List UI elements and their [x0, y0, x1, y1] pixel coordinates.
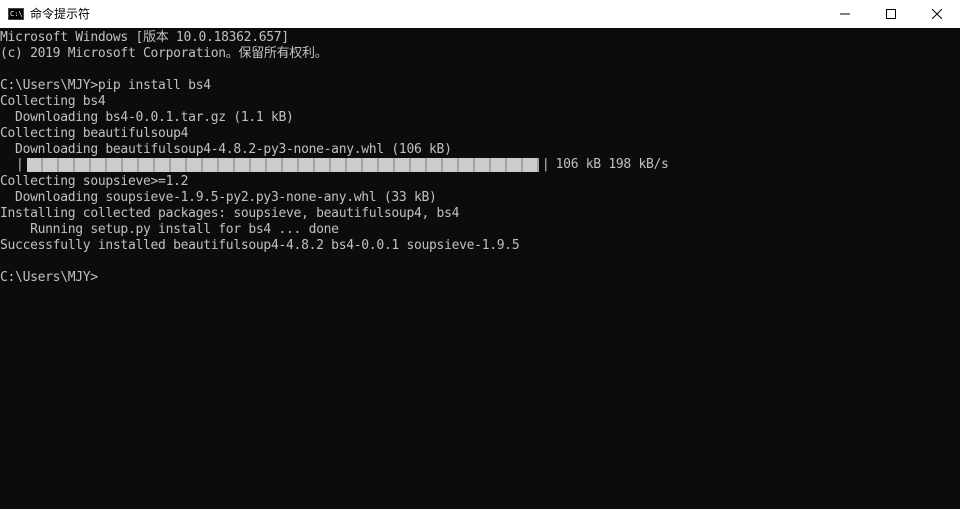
console-prompt: C:\Users\MJY>: [0, 270, 98, 285]
progress-right-edge: |: [541, 157, 550, 172]
console-line: Downloading bs4-0.0.1.tar.gz (1.1 kB): [0, 110, 294, 125]
console-line: Microsoft Windows [版本 10.0.18362.657]: [0, 30, 289, 45]
console-line: C:\Users\MJY>pip install bs4: [0, 78, 211, 93]
download-progress-row: | | 106 kB 198 kB/s: [16, 157, 669, 173]
close-button[interactable]: [914, 0, 960, 28]
minimize-button[interactable]: [822, 0, 868, 28]
window-title: 命令提示符: [30, 7, 91, 21]
minimize-icon: [840, 13, 850, 15]
close-icon: [932, 9, 942, 19]
console-line: Downloading beautifulsoup4-4.8.2-py3-non…: [0, 142, 452, 157]
title-bar[interactable]: C:\ 命令提示符: [0, 0, 960, 28]
download-progress-bar: [26, 158, 539, 172]
console-line: Collecting soupsieve>=1.2: [0, 174, 189, 189]
console-line: Collecting bs4: [0, 94, 106, 109]
console-output[interactable]: Microsoft Windows [版本 10.0.18362.657] (c…: [0, 30, 960, 509]
console-line: Installing collected packages: soupsieve…: [0, 206, 460, 221]
progress-stats: 106 kB 198 kB/s: [555, 157, 669, 172]
maximize-icon: [886, 9, 896, 19]
window-controls: [822, 0, 960, 28]
maximize-button[interactable]: [868, 0, 914, 28]
console-line: Downloading soupsieve-1.9.5-py2.py3-none…: [0, 190, 437, 205]
console-line: (c) 2019 Microsoft Corporation。保留所有权利。: [0, 46, 328, 61]
console-line: Running setup.py install for bs4 ... don…: [0, 222, 339, 237]
console-line: Successfully installed beautifulsoup4-4.…: [0, 238, 520, 253]
command-prompt-window: C:\ 命令提示符 Microsoft Windows [版本 10.0.183…: [0, 0, 960, 509]
console-line: Collecting beautifulsoup4: [0, 126, 189, 141]
progress-left-edge: |: [16, 157, 24, 172]
progress-fill: [27, 158, 539, 172]
app-icon-glyph: C:\: [10, 9, 23, 18]
command-prompt-icon[interactable]: C:\: [8, 8, 24, 20]
